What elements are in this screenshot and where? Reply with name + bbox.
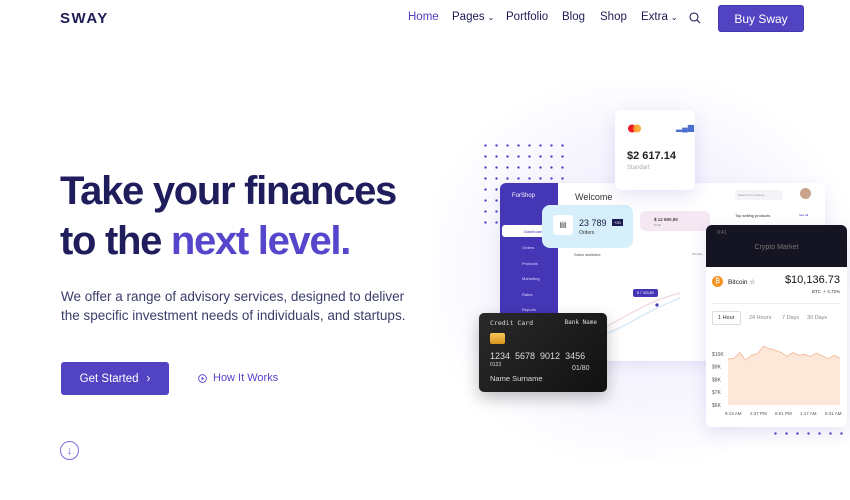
y-tick-label: $10K [712,352,724,358]
x-tick-label: 9:13 AM [725,411,742,416]
y-tick-label: $8K [712,377,722,383]
dashboard-search: Search for products... [735,190,783,200]
card-small-number: 0123 [490,362,502,368]
y-tick-label: $7K [712,390,722,396]
chart-tooltip: $ 7 320,89 [633,289,658,297]
tab-1-hour: 1 Hour [712,311,741,325]
nav-label: Extra [641,11,668,23]
coin-name: Bitcoin ☆ [728,279,756,286]
nav-blog[interactable]: Blog [562,11,585,23]
buy-sway-button[interactable]: Buy Sway [718,5,804,32]
x-tick-label: 8:01 PM [775,411,792,416]
credit-card: Credit Card Bank Name 1234 5678 9012 345… [479,313,607,392]
ticker: BTC [811,289,821,294]
x-tick-label: 2:37 PM [750,411,767,416]
orders-badge: +20 [612,219,623,226]
how-it-works-link[interactable]: How It Works [198,372,278,384]
profit-value: $ 12 890,89 [654,217,678,222]
title-line-1: Take your finances [60,169,397,213]
phone-title: Crypto Market [754,244,799,251]
y-tick-label: $6K [712,403,722,409]
period: Monthly [692,252,703,256]
phone-time: 9:41 [717,230,727,236]
top-selling-title: Top selling products [735,213,771,218]
nav-home[interactable]: Home [408,11,439,23]
nav-portfolio[interactable]: Portfolio [506,11,548,23]
logo[interactable]: SWAY [60,10,109,27]
dot-pattern [770,428,850,440]
menu-item: Products [522,261,538,266]
chevron-right-icon: › [146,372,151,385]
x-tick-label: 6:41 AM [825,411,842,416]
orders-value: 23 789 [579,218,607,228]
price-change: + 4,72% [823,289,840,294]
x-tick-label: 1:17 AM [800,411,817,416]
menu-item: Rates [522,292,533,297]
play-icon [198,373,207,383]
get-started-button[interactable]: Get Started › [61,362,169,395]
bitcoin-chart: $10K $9K $8K $7K $6K9:13 AM 2:37 PM 8:01 PM 1:1… [712,345,842,416]
coin-price: $10,136.73 [784,274,840,286]
hero-title: Take your finances to the next level. [60,166,397,266]
card-number: 1234 5678 9012 3456 [490,351,586,361]
search-icon[interactable] [689,11,701,29]
nav-label: Pages [452,11,485,23]
profit-label: Profit [654,223,662,227]
menu-item: Marketing [522,276,540,281]
mastercard-icon [628,124,641,133]
orders-card: ▤ 23 789 +20 Orders [542,205,633,248]
bank-name: Bank Name [564,319,597,326]
chip-icon [490,333,505,344]
tab-24-hours: 24 Hours [749,315,772,321]
profit-card: $ 12 890,89 Profit [640,211,710,231]
title-highlight: next level. [170,219,351,263]
button-label: Get Started [79,372,139,385]
chevron-down-icon: ⌄ [487,13,495,22]
card-holder: Name Surname [490,374,543,383]
bitcoin-icon: ₿ [712,276,723,287]
crypto-phone: 9:41 Crypto Market ₿ Bitcoin ☆ $10,136.7… [706,225,847,427]
see-all: See all [799,213,809,217]
card-title: Credit Card [490,319,534,327]
dashboard-brand: ForShop [512,193,536,199]
orders-label: Orders [579,230,595,236]
scroll-down-icon[interactable]: ↓ [60,441,79,460]
link-label: How It Works [213,372,279,384]
mastercard-card: ▂▄▆ $2 617.14 Standart [615,110,695,190]
card-amount: $2 617.14 [627,150,676,162]
tab-30-days: 30 Days [807,315,828,321]
nav-shop[interactable]: Shop [600,11,627,23]
price-area [728,346,840,405]
nav-pages[interactable]: Pages ⌄ [452,11,494,23]
welcome-text: Welcome [575,192,613,202]
sales-title: Sales statistics [574,252,601,257]
phone-header: 9:41 Crypto Market [706,225,847,267]
tab-7-days: 7 Days [782,315,800,321]
card-plan: Standart [627,165,650,171]
card-expiry: 01/80 [572,365,590,372]
title-line-2: to the [60,219,171,263]
signal-bars-icon: ▂▄▆ [676,123,694,132]
hero-lead: We offer a range of advisory services, d… [61,289,406,323]
menu-item: Orders [522,245,535,250]
chevron-down-icon: ⌄ [670,13,678,22]
avatar [800,188,811,199]
receipt-icon: ▤ [553,215,573,235]
nav-extra[interactable]: Extra ⌄ [641,11,678,23]
menu-item: Reports [522,307,537,312]
y-tick-label: $9K [712,365,722,371]
